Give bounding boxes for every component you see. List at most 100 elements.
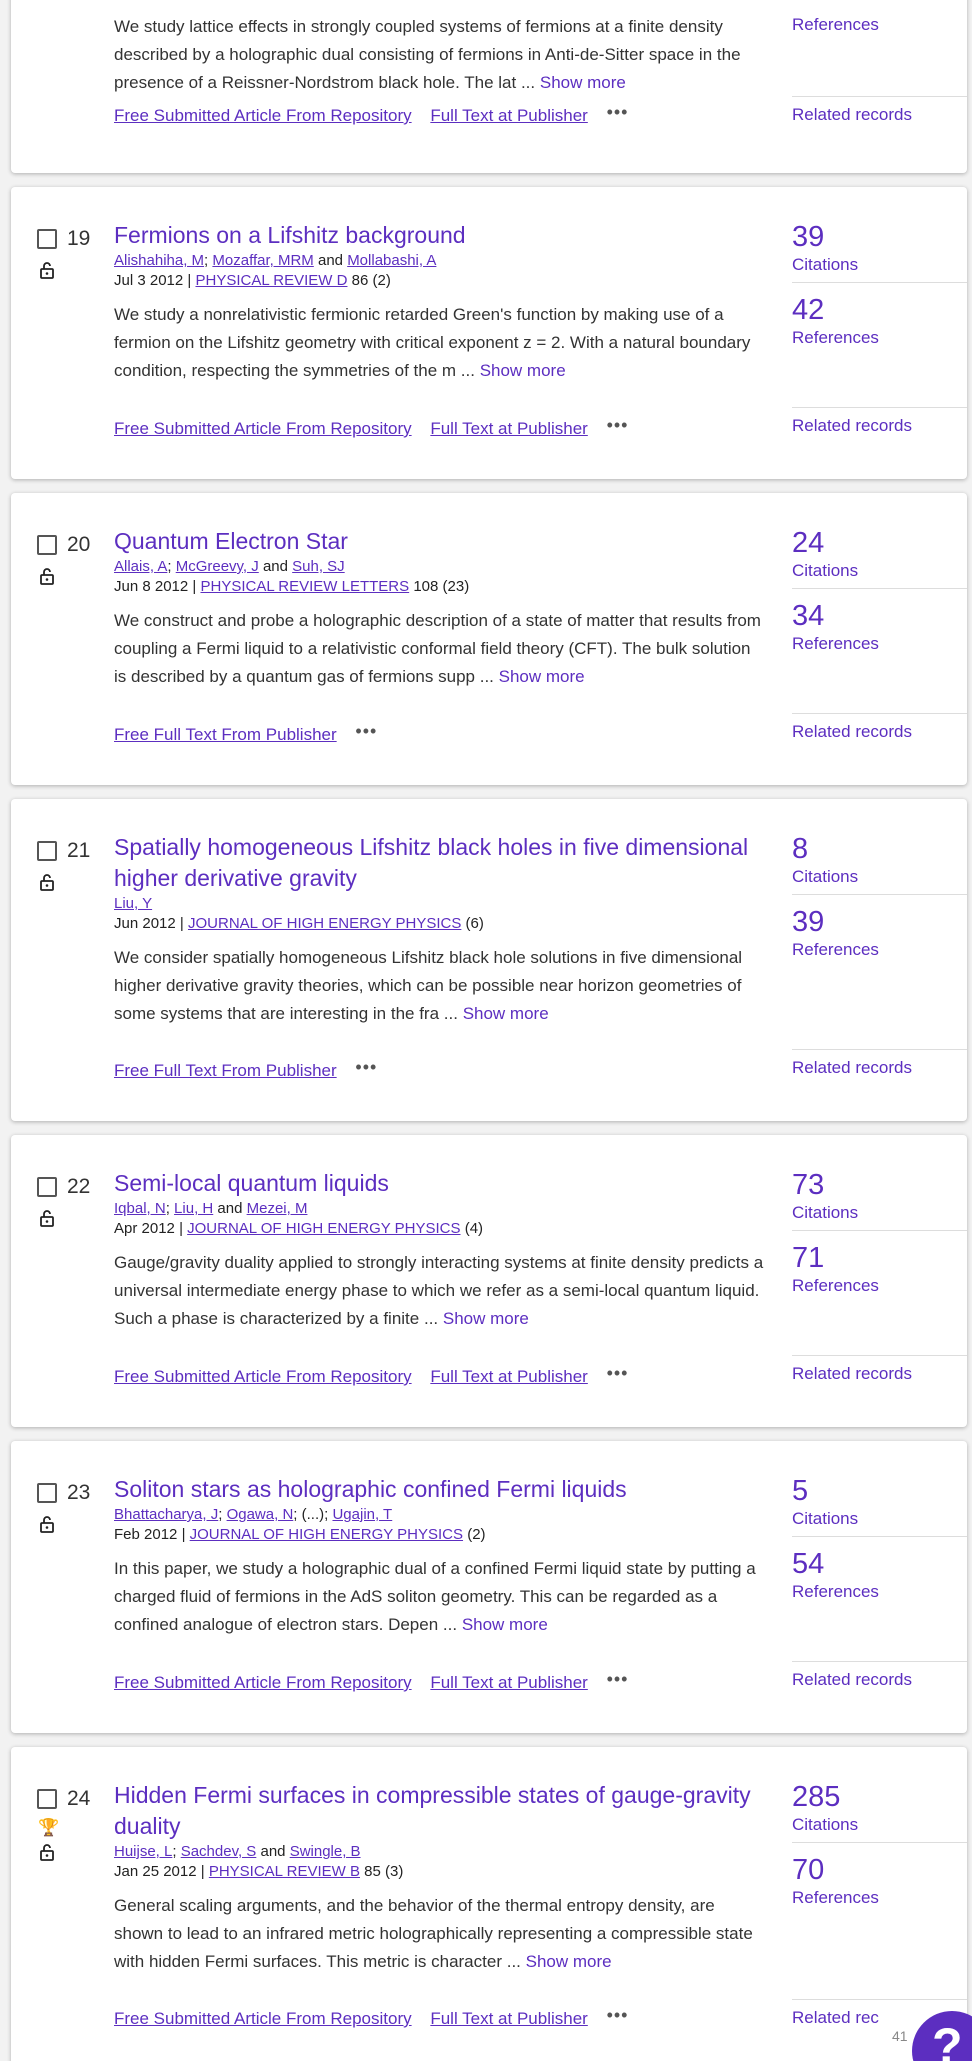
author-link[interactable]: Swingle, B — [290, 1843, 361, 1860]
free-submitted-article-link[interactable]: Free Submitted Article From Repository — [114, 2009, 412, 2028]
author-link[interactable]: Huijse, L — [114, 1843, 172, 1860]
author-link[interactable]: Allais, A — [114, 558, 167, 575]
free-submitted-article-link[interactable]: Free Submitted Article From Repository — [114, 1367, 412, 1386]
related-records-link[interactable]: Related records — [792, 1661, 967, 1690]
references-count[interactable]: 34 — [792, 599, 967, 633]
journal-link[interactable]: JOURNAL OF HIGH ENERGY PHYSICS — [188, 915, 461, 932]
author-link[interactable]: Ugajin, T — [332, 1506, 392, 1523]
references-label[interactable]: References — [792, 1887, 967, 1909]
select-checkbox[interactable] — [37, 1177, 57, 1197]
citations-label[interactable]: Citations — [792, 1202, 967, 1224]
record-title[interactable]: Hidden Fermi surfaces in compressible st… — [114, 1780, 764, 1842]
references-label[interactable]: References — [792, 633, 967, 655]
free-submitted-article-link[interactable]: Free Submitted Article From Repository — [114, 1673, 412, 1692]
citations-label[interactable]: Citations — [792, 560, 967, 582]
citations-count[interactable]: 39 — [792, 220, 967, 254]
record-title[interactable]: Soliton stars as holographic confined Fe… — [114, 1474, 764, 1505]
author-link[interactable]: Sachdev, S — [181, 1843, 257, 1860]
journal-link[interactable]: JOURNAL OF HIGH ENERGY PHYSICS — [187, 1220, 460, 1237]
show-more-link[interactable]: Show more — [463, 1004, 549, 1023]
show-more-link[interactable]: Show more — [480, 361, 566, 380]
author-link[interactable]: Liu, H — [174, 1200, 213, 1217]
references-count[interactable]: 39 — [792, 905, 967, 939]
author-link[interactable]: McGreevy, J — [176, 558, 259, 575]
related-records-link[interactable]: Related records — [792, 407, 967, 436]
full-text-at-publisher-link[interactable]: Full Text at Publisher — [430, 2009, 587, 2028]
citations-label[interactable]: Citations — [792, 254, 967, 276]
related-records-link[interactable]: Related records — [792, 1049, 967, 1078]
author-link[interactable]: Mozaffar, MRM — [212, 252, 313, 269]
references-label[interactable]: References — [792, 1275, 967, 1297]
related-records-link[interactable]: Related records — [792, 713, 967, 742]
citations-label[interactable]: Citations — [792, 866, 967, 888]
select-checkbox[interactable] — [37, 841, 57, 861]
references-count[interactable]: 70 — [792, 1853, 967, 1887]
show-more-link[interactable]: Show more — [526, 1952, 612, 1971]
citations-count[interactable]: 5 — [792, 1474, 967, 1508]
publication-info: Jun 2012 | JOURNAL OF HIGH ENERGY PHYSIC… — [114, 915, 484, 932]
record-title[interactable]: Quantum Electron Star — [114, 526, 764, 557]
record-title[interactable]: Fermions on a Lifshitz background — [114, 220, 764, 251]
references-label[interactable]: References — [792, 939, 967, 961]
author-link[interactable]: Alishahiha, M — [114, 252, 204, 269]
select-checkbox[interactable] — [37, 229, 57, 249]
citations-label[interactable]: Citations — [792, 1814, 967, 1836]
more-options-icon[interactable]: ••• — [607, 415, 629, 435]
author-link[interactable]: Iqbal, N — [114, 1200, 166, 1217]
lock-icon — [40, 1516, 54, 1533]
record-title[interactable]: Semi-local quantum liquids — [114, 1168, 764, 1199]
journal-link[interactable]: JOURNAL OF HIGH ENERGY PHYSICS — [190, 1526, 463, 1543]
references-label[interactable]: References — [792, 327, 967, 349]
show-more-link[interactable]: Show more — [499, 667, 585, 686]
publication-info: Feb 2012 | JOURNAL OF HIGH ENERGY PHYSIC… — [114, 1526, 486, 1543]
free-submitted-article-link[interactable]: Free Submitted Article From Repository — [114, 106, 412, 125]
more-options-icon[interactable]: ••• — [355, 721, 377, 741]
author-link[interactable]: Ogawa, N — [227, 1506, 294, 1523]
stats: 8 Citations 39 References — [792, 832, 967, 961]
full-text-at-publisher-link[interactable]: Full Text at Publisher — [430, 419, 587, 438]
free-submitted-article-link[interactable]: Free Submitted Article From Repository — [114, 419, 412, 438]
journal-link[interactable]: PHYSICAL REVIEW LETTERS — [200, 578, 409, 595]
related-records-link[interactable]: Related records — [792, 1355, 967, 1384]
author-link[interactable]: Suh, SJ — [292, 558, 345, 575]
author-link[interactable]: Mollabashi, A — [347, 252, 436, 269]
record-body: Fermions on a Lifshitz background Alisha… — [114, 220, 764, 385]
more-options-icon[interactable]: ••• — [607, 1669, 629, 1689]
author-link[interactable]: Bhattacharya, J — [114, 1506, 218, 1523]
citations-count[interactable]: 24 — [792, 526, 967, 560]
author-link[interactable]: Mezei, M — [247, 1200, 308, 1217]
more-options-icon[interactable]: ••• — [355, 1057, 377, 1077]
show-more-link[interactable]: Show more — [443, 1309, 529, 1328]
references-count[interactable]: 42 — [792, 293, 967, 327]
lock-icon — [40, 262, 54, 279]
more-options-icon[interactable]: ••• — [607, 1363, 629, 1383]
more-options-icon[interactable]: ••• — [607, 102, 629, 122]
record-title[interactable]: Spatially homogeneous Lifshitz black hol… — [114, 832, 764, 894]
references-count[interactable]: 71 — [792, 1241, 967, 1275]
show-more-link[interactable]: Show more — [462, 1615, 548, 1634]
references-count[interactable]: 54 — [792, 1547, 967, 1581]
journal-link[interactable]: PHYSICAL REVIEW D — [195, 272, 347, 289]
author-link[interactable]: Liu, Y — [114, 895, 152, 912]
show-more-link[interactable]: Show more — [540, 73, 626, 92]
citations-count[interactable]: 73 — [792, 1168, 967, 1202]
related-records-link[interactable]: Related records — [792, 96, 967, 125]
select-checkbox[interactable] — [37, 1789, 57, 1809]
references-label[interactable]: References — [792, 1581, 967, 1603]
full-text-at-publisher-link[interactable]: Full Text at Publisher — [430, 1367, 587, 1386]
select-checkbox[interactable] — [37, 535, 57, 555]
full-text-at-publisher-link[interactable]: Full Text at Publisher — [430, 106, 587, 125]
full-text-at-publisher-link[interactable]: Full Text at Publisher — [430, 1673, 587, 1692]
record-body: We study lattice effects in strongly cou… — [114, 13, 764, 97]
references-label[interactable]: References — [792, 14, 967, 36]
citations-label[interactable]: Citations — [792, 1508, 967, 1530]
free-full-text-link[interactable]: Free Full Text From Publisher — [114, 725, 337, 744]
free-full-text-link[interactable]: Free Full Text From Publisher — [114, 1061, 337, 1080]
abstract: Gauge/gravity duality applied to strongl… — [114, 1253, 764, 1328]
more-options-icon[interactable]: ••• — [607, 2005, 629, 2025]
journal-link[interactable]: PHYSICAL REVIEW B — [209, 1863, 360, 1880]
citations-count[interactable]: 8 — [792, 832, 967, 866]
publication-info: Jun 8 2012 | PHYSICAL REVIEW LETTERS 108… — [114, 578, 470, 595]
select-checkbox[interactable] — [37, 1483, 57, 1503]
citations-count[interactable]: 285 — [792, 1780, 967, 1814]
